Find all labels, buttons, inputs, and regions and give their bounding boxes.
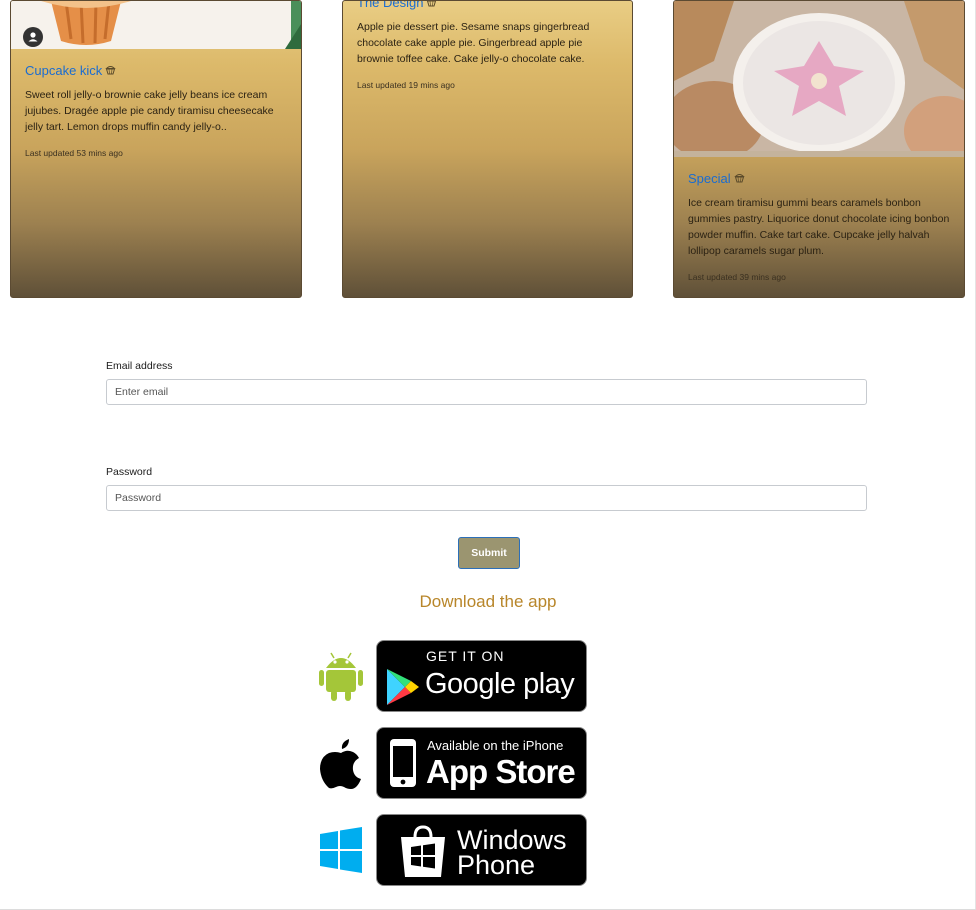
- google-play-line1: GET IT ON: [426, 648, 505, 664]
- card-cupcake-kick: Cupcake kick Sweet roll jelly-o brownie …: [10, 0, 302, 298]
- app-store-line1: Available on the iPhone: [427, 738, 564, 753]
- card-title-text[interactable]: Cupcake kick: [25, 63, 102, 78]
- email-field[interactable]: [106, 379, 867, 405]
- cupcake-icon: [733, 172, 745, 186]
- avatar: [23, 27, 43, 47]
- card-image: [11, 1, 301, 49]
- card-text: Ice cream tiramisu gummi bears caramels …: [688, 197, 950, 257]
- card-updated: Last updated 53 mins ago: [25, 148, 123, 158]
- card-title[interactable]: Special: [688, 171, 745, 186]
- password-field[interactable]: [106, 485, 867, 511]
- card-title-text[interactable]: Special: [688, 171, 731, 186]
- windows-phone-badge[interactable]: Windows Phone: [376, 814, 587, 886]
- submit-button[interactable]: Submit: [458, 537, 520, 569]
- google-play-line2: Google play: [425, 668, 575, 700]
- windows-store-icon: [401, 825, 445, 877]
- google-play-badge[interactable]: GET IT ON Google play: [376, 640, 587, 712]
- card-updated: Last updated 19 mins ago: [357, 80, 455, 90]
- iphone-icon: [390, 739, 416, 787]
- apple-icon: [316, 735, 366, 791]
- download-title: Download the app: [419, 592, 557, 611]
- card-text: Sweet roll jelly-o brownie cake jelly be…: [25, 89, 274, 133]
- password-label: Password: [106, 466, 153, 478]
- card-image: [674, 1, 964, 157]
- card-title[interactable]: The Design: [357, 1, 437, 10]
- email-label: Email address: [106, 360, 173, 372]
- card-the-design: The Design Apple pie dessert pie. Sesame…: [342, 0, 633, 298]
- cupcake-icon: [426, 1, 437, 10]
- card-title-text[interactable]: The Design: [357, 1, 423, 10]
- card-special: Special Ice cream tiramisu gummi bears c…: [673, 0, 965, 298]
- card-text: Apple pie dessert pie. Sesame snaps ging…: [357, 21, 590, 65]
- google-play-icon: [387, 669, 419, 705]
- app-store-line2: App Store: [426, 753, 576, 790]
- card-updated: Last updated 39 mins ago: [688, 272, 786, 282]
- card-title[interactable]: Cupcake kick: [25, 63, 117, 78]
- windows-icon: [316, 824, 366, 880]
- app-store-badge[interactable]: Available on the iPhone App Store: [376, 727, 587, 799]
- cupcake-icon: [105, 64, 117, 78]
- windows-phone-line2: Phone: [457, 850, 536, 880]
- android-icon: [316, 646, 366, 702]
